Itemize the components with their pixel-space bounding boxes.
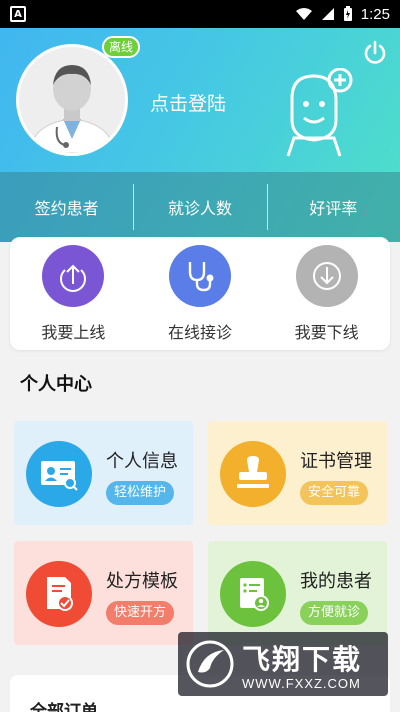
card-pill: 安全可靠 <box>300 481 369 505</box>
login-link[interactable]: 点击登陆 <box>150 89 226 116</box>
card-title: 处方模板 <box>106 571 178 592</box>
card-pill: 快速开方 <box>106 601 175 625</box>
download-icon <box>312 262 341 290</box>
avatar[interactable] <box>16 44 128 156</box>
go-offline-circle <box>295 245 358 307</box>
card-icon-circle <box>26 441 92 507</box>
watermark: 飞翔下载 WWW.FXXZ.COM <box>178 632 388 696</box>
battery-icon <box>343 6 352 21</box>
card-title: 个人信息 <box>106 451 178 472</box>
card-my-patients[interactable]: 我的患者 方便就诊 <box>208 541 387 645</box>
stat-label: 签约患者 <box>34 199 99 218</box>
card-icon-circle <box>26 561 92 627</box>
watermark-text: 飞翔下载 <box>242 643 363 676</box>
id-card-icon <box>41 461 78 491</box>
card-title: 证书管理 <box>300 451 372 472</box>
online-consult-circle <box>169 245 231 307</box>
watermark-logo-icon <box>186 640 234 688</box>
card-icon-circle <box>220 441 286 507</box>
clock: 1:25 <box>360 5 390 23</box>
action-panel: 我要上线 在线接诊 我要下线 <box>10 237 390 350</box>
watermark-url: WWW.FXXZ.COM <box>242 676 361 691</box>
card-prescription-template[interactable]: 处方模板 快速开方 <box>14 541 193 645</box>
stamp-icon <box>237 456 269 488</box>
orders-title: 全部订单 <box>30 702 98 712</box>
section-title: 个人中心 <box>20 374 92 395</box>
card-personal-info[interactable]: 个人信息 轻松维护 <box>14 421 193 525</box>
profile-header: 离线 点击登陆 签约患者 就诊人数 好评率 <box>0 28 400 242</box>
status-bar: A 1:25 <box>0 0 400 28</box>
app-notification-icon: A <box>10 6 26 22</box>
patient-list-icon <box>240 578 269 611</box>
power-icon[interactable] <box>362 40 388 66</box>
doctor-avatar-icon <box>19 47 125 153</box>
upload-icon <box>60 264 87 292</box>
prescription-icon <box>47 577 73 611</box>
card-icon-circle <box>220 561 286 627</box>
stat-label: 好评率 <box>309 199 358 218</box>
stat-rating[interactable]: 好评率 <box>266 172 400 242</box>
stat-label: 就诊人数 <box>167 199 232 218</box>
go-online-button[interactable]: 我要上线 <box>10 237 137 350</box>
stats-bar: 签约患者 就诊人数 好评率 <box>0 172 400 242</box>
doctor-mascot-icon <box>286 68 353 157</box>
online-consult-button[interactable]: 在线接诊 <box>137 237 264 350</box>
stat-signed-patients[interactable]: 签约患者 <box>0 172 133 242</box>
signal-icon <box>321 8 334 20</box>
action-label: 我要下线 <box>294 323 359 342</box>
card-pill: 方便就诊 <box>300 601 369 625</box>
action-label: 在线接诊 <box>168 323 233 342</box>
card-pill: 轻松维护 <box>106 481 175 505</box>
go-online-circle <box>42 245 105 307</box>
stat-visit-count[interactable]: 就诊人数 <box>133 172 266 242</box>
go-offline-button[interactable]: 我要下线 <box>263 237 390 350</box>
action-label: 我要上线 <box>41 323 106 342</box>
status-badge: 离线 <box>102 36 141 58</box>
card-title: 我的患者 <box>300 571 372 592</box>
card-certificate[interactable]: 证书管理 安全可靠 <box>208 421 387 525</box>
wifi-icon <box>295 8 312 20</box>
stethoscope-icon <box>188 262 214 292</box>
